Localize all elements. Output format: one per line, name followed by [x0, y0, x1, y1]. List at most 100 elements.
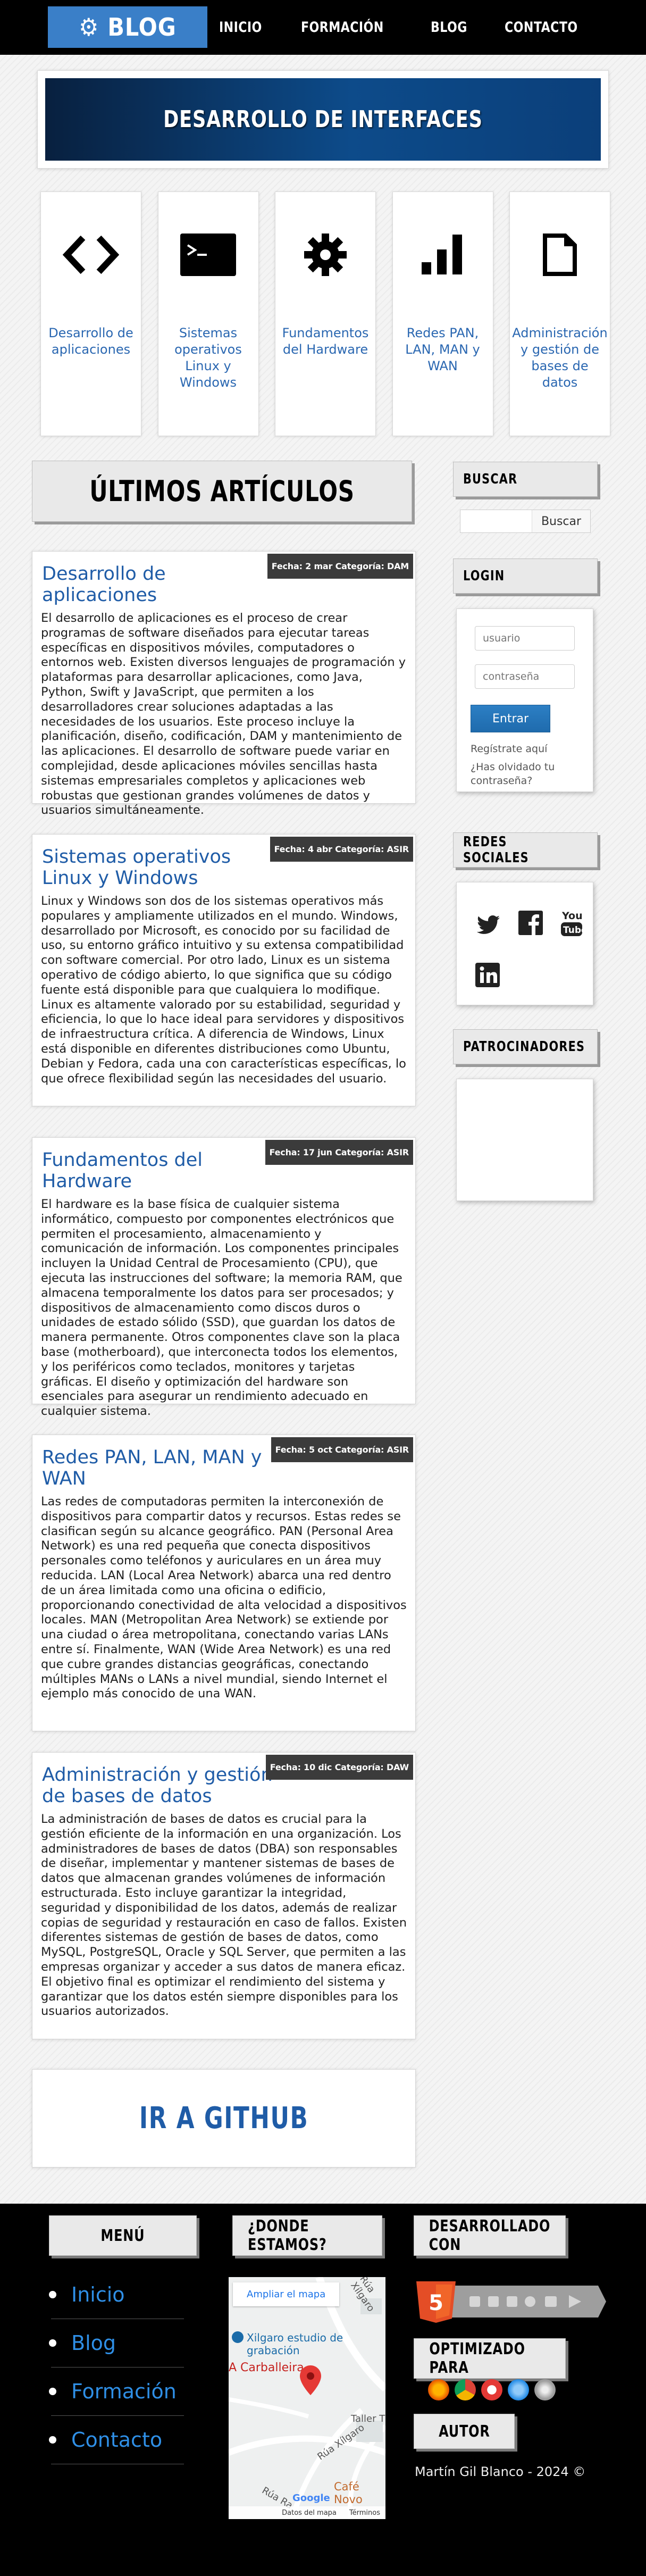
- sidebar-title-label: BUSCAR: [463, 471, 518, 487]
- forgot-password-link[interactable]: ¿Has olvidado tu contraseña?: [471, 760, 593, 788]
- article-card: Fecha: 2 mar Categoría: DAM Desarrollo d…: [32, 551, 416, 817]
- brand-label: BLOG: [107, 13, 177, 41]
- search-box: Buscar: [460, 510, 591, 533]
- safari-icon: [534, 2379, 556, 2400]
- github-link[interactable]: IR A GITHUB: [139, 2101, 308, 2136]
- author-credit: Martín Gil Blanco - 2024 ©: [415, 2464, 586, 2479]
- sponsors-box: [456, 1079, 593, 1201]
- bullet-icon: [49, 2339, 56, 2347]
- html5-badge: 5: [412, 2279, 609, 2324]
- article-card: Fecha: 17 jun Categoría: ASIR Fundamento…: [32, 1137, 416, 1418]
- bullet-icon: [49, 2436, 56, 2444]
- bullet-icon: [49, 2388, 56, 2395]
- search-input[interactable]: [463, 511, 532, 532]
- category-card-sistemas[interactable]: Sistemas operativos Linux y Windows: [157, 191, 259, 436]
- brand-logo[interactable]: ⚙ BLOG: [48, 6, 207, 48]
- register-link[interactable]: Regístrate aquí: [471, 742, 593, 756]
- browser-icons: [428, 2379, 561, 2400]
- sidebar-title-label: LOGIN: [463, 568, 505, 584]
- footer-title-label: DESARROLLADO CON: [429, 2217, 551, 2254]
- social-box: You Tube: [456, 882, 593, 1005]
- footer-title-label: ¿DONDE ESTAMOS?: [248, 2217, 327, 2254]
- article-card: Fecha: 10 dic Categoría: DAW Administrac…: [32, 1752, 416, 2039]
- article-body: El hardware es la base física de cualqui…: [41, 1197, 402, 1419]
- github-link-box[interactable]: IR A GITHUB: [32, 2069, 416, 2167]
- footer-menu-item: Inicio: [49, 2271, 184, 2319]
- ie-icon: [508, 2379, 529, 2400]
- category-label: Administración y gestión de bases de dat…: [512, 326, 608, 390]
- article-meta: Fecha: 2 mar Categoría: DAM: [267, 554, 413, 579]
- section-title-label: ÚLTIMOS ARTÍCULOS: [89, 474, 355, 508]
- enlarge-map-link[interactable]: Ampliar el mapa: [233, 2282, 340, 2306]
- footer-link-blog[interactable]: Blog: [71, 2331, 116, 2355]
- category-label: Sistemas operativos Linux y Windows: [174, 326, 242, 390]
- map-poi-icon: [232, 2331, 244, 2343]
- bullet-icon: [49, 2291, 56, 2298]
- nav-blog[interactable]: BLOG: [431, 19, 467, 36]
- category-label: Desarrollo de aplicaciones: [48, 326, 133, 357]
- password-field[interactable]: [475, 664, 575, 689]
- map-google-logo: Google: [292, 2492, 330, 2504]
- article-title[interactable]: Sistemas operativos Linux y Windows: [32, 835, 282, 889]
- login-button[interactable]: Entrar: [471, 705, 550, 732]
- sidebar-title-sponsors: PATROCINADORES: [453, 1029, 598, 1064]
- firefox-icon: [428, 2379, 449, 2400]
- chrome-icon: [455, 2379, 476, 2400]
- footer-title-location: ¿DONDE ESTAMOS?: [232, 2215, 382, 2256]
- twitter-icon[interactable]: [476, 914, 501, 936]
- map-data-link[interactable]: Datos del mapa: [282, 2509, 337, 2517]
- map-road-label: Taller T: [351, 2413, 385, 2424]
- username-field[interactable]: [475, 626, 575, 651]
- youtube-icon[interactable]: You Tube: [559, 908, 584, 938]
- code-icon: [41, 229, 141, 280]
- sidebar-title-social: REDES SOCIALES: [453, 832, 598, 868]
- map-terms-link[interactable]: Términos: [349, 2509, 380, 2517]
- footer-menu-item: Contacto: [49, 2416, 184, 2464]
- signal-bars-icon: [393, 229, 493, 280]
- article-body: Linux y Windows son dos de los sistemas …: [41, 894, 406, 1086]
- linkedin-icon[interactable]: [475, 962, 500, 988]
- category-card-aplicaciones[interactable]: Desarrollo de aplicaciones: [40, 191, 141, 436]
- location-map[interactable]: Ampliar el mapa Xilgaro estudio de graba…: [229, 2277, 385, 2519]
- facebook-icon[interactable]: [518, 910, 543, 936]
- sidebar-title-search: BUSCAR: [453, 462, 598, 497]
- section-title: ÚLTIMOS ARTÍCULOS: [32, 461, 412, 522]
- article-title[interactable]: Fundamentos del Hardware: [32, 1138, 282, 1192]
- document-icon: [510, 229, 610, 280]
- category-cards: Desarrollo de aplicaciones Sistemas oper…: [40, 191, 610, 436]
- footer-title-label: MENÚ: [100, 2226, 145, 2245]
- article-title[interactable]: Redes PAN, LAN, MAN y WAN: [32, 1435, 282, 1489]
- article-meta: Fecha: 17 jun Categoría: ASIR: [265, 1140, 413, 1165]
- article-title[interactable]: Administración y gestión de bases de dat…: [32, 1753, 282, 1807]
- map-attribution: Datos del mapa Términos: [229, 2506, 385, 2519]
- map-pin-icon[interactable]: [300, 2365, 321, 2397]
- footer-title-label: AUTOR: [438, 2422, 490, 2441]
- category-card-redes[interactable]: Redes PAN, LAN, MAN y WAN: [392, 191, 493, 436]
- footer: MENÚ Inicio Blog Formación Contacto ¿DON…: [0, 2204, 646, 2576]
- nav-contacto[interactable]: CONTACTO: [505, 19, 578, 36]
- category-card-hardware[interactable]: Fundamentos del Hardware: [275, 191, 376, 436]
- search-button[interactable]: Buscar: [532, 510, 590, 532]
- gear-icon: [275, 229, 375, 280]
- category-label: Redes PAN, LAN, MAN y WAN: [405, 326, 480, 373]
- nav-inicio[interactable]: INICIO: [219, 19, 262, 36]
- footer-title-label: OPTIMIZADO PARA: [429, 2340, 525, 2377]
- article-body: Las redes de computadoras permiten la in…: [41, 1495, 407, 1701]
- sidebar-title-label: PATROCINADORES: [463, 1039, 585, 1055]
- article-body: El desarrollo de aplicaciones es el proc…: [41, 611, 406, 818]
- footer-link-inicio[interactable]: Inicio: [71, 2283, 125, 2306]
- footer-title-menu: MENÚ: [49, 2215, 197, 2256]
- category-card-bases-datos[interactable]: Administración y gestión de bases de dat…: [509, 191, 610, 436]
- footer-title-author: AUTOR: [414, 2414, 515, 2449]
- footer-link-formacion[interactable]: Formación: [71, 2380, 177, 2403]
- footer-link-contacto[interactable]: Contacto: [71, 2428, 162, 2452]
- opera-icon: [481, 2379, 502, 2400]
- article-meta: Fecha: 5 oct Categoría: ASIR: [271, 1437, 413, 1462]
- article-meta: Fecha: 4 abr Categoría: ASIR: [270, 837, 413, 862]
- footer-menu-item: Blog: [49, 2319, 184, 2367]
- footer-menu-item: Formación: [49, 2367, 184, 2416]
- article-title[interactable]: Desarrollo de aplicaciones: [32, 552, 282, 606]
- hero-title: DESARROLLO DE INTERFACES: [163, 106, 483, 133]
- main-nav: INICIO FORMACIÓN BLOG CONTACTO: [219, 0, 623, 55]
- nav-formacion[interactable]: FORMACIÓN: [301, 19, 384, 36]
